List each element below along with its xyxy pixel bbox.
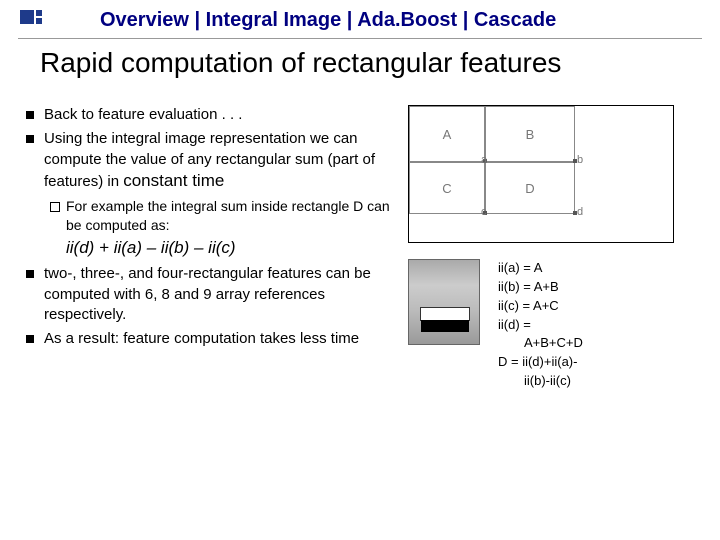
region-c: C: [409, 162, 485, 214]
eq-line: ii(b)-ii(c): [498, 372, 583, 391]
equations: ii(a) = A ii(b) = A+B ii(c) = A+C ii(d) …: [498, 259, 583, 391]
figure-column: A B C D a b c d ii(a) = A ii(b) = A+B ii…: [408, 105, 702, 391]
point-label-a: a: [481, 154, 487, 166]
eq-line: ii(b) = A+B: [498, 278, 583, 297]
bullet-item: Using the integral image representation …: [18, 129, 398, 234]
face-thumbnail: [408, 259, 480, 345]
point-label-b: b: [577, 154, 583, 166]
sub-bullet-item: For example the integral sum inside rect…: [44, 197, 398, 235]
eq-line: ii(d) =: [498, 316, 583, 335]
eq-line: A+B+C+D: [498, 334, 583, 353]
slide-header: Overview | Integral Image | Ada.Boost | …: [18, 0, 702, 39]
bullet-item: two-, three-, and four-rectangular featu…: [18, 264, 398, 325]
bullet-item: As a result: feature computation takes l…: [18, 329, 398, 349]
point-label-c: c: [481, 206, 487, 218]
eq-line: D = ii(d)+ii(a)-: [498, 353, 583, 372]
region-d: D: [485, 162, 575, 214]
integral-image-diagram: A B C D a b c d: [408, 105, 674, 243]
eq-line: ii(c) = A+C: [498, 297, 583, 316]
bullet-column: Back to feature evaluation . . . Using t…: [18, 105, 398, 391]
bullet-item: Back to feature evaluation . . .: [18, 105, 398, 125]
logo-icon: [18, 8, 42, 32]
formula-text: ii(d) + ii(a) – ii(b) – ii(c): [66, 238, 236, 257]
breadcrumb: Overview | Integral Image | Ada.Boost | …: [100, 9, 556, 32]
bullet-emph: constant time: [123, 171, 224, 190]
eq-line: ii(a) = A: [498, 259, 583, 278]
region-b: B: [485, 106, 575, 162]
region-a: A: [409, 106, 485, 162]
point-label-d: d: [577, 206, 583, 218]
formula: ii(d) + ii(a) – ii(b) – ii(c): [66, 238, 398, 258]
page-title: Rapid computation of rectangular feature…: [40, 47, 720, 79]
